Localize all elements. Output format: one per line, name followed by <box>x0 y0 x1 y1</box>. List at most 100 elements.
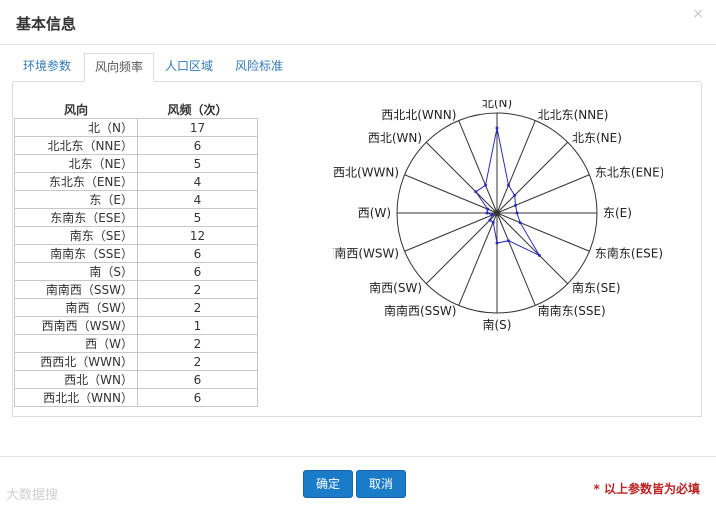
radar-axis-label: 东(E) <box>603 206 632 220</box>
cancel-button[interactable]: 取消 <box>356 470 407 498</box>
radar-axis-label: 西北北(WNN) <box>381 108 456 122</box>
radar-point <box>491 220 495 224</box>
table-row: 西南西（WSW） 1 <box>14 316 258 335</box>
table-row: 南西（SW） 2 <box>14 298 258 317</box>
cell-frequency: 2 <box>137 334 258 353</box>
tab-environment[interactable]: 环境参数 <box>13 53 81 80</box>
watermark: 大数据搜 <box>6 488 59 503</box>
table-row: 北（N） 17 <box>14 118 258 137</box>
table-row: 西北北（WNN） 6 <box>14 388 258 407</box>
dialog-footer: 大数据搜 确定 取消 * 以上参数皆为必填 <box>0 456 716 507</box>
cell-direction: 南西（SW） <box>14 298 138 317</box>
radar-axis-label: 南东(SE) <box>572 280 621 295</box>
table-row: 西西北（WWN） 2 <box>14 352 258 371</box>
cell-frequency: 6 <box>137 262 258 281</box>
radar-axis-label: 西南西(WSW) <box>333 246 399 261</box>
cell-direction: 西南西（WSW） <box>14 316 138 335</box>
cell-direction: 西北（WN） <box>14 370 138 389</box>
cell-frequency: 6 <box>137 370 258 389</box>
table-row: 北东（NE） 5 <box>14 154 258 173</box>
radar-axis-label: 南西(SW) <box>369 280 422 295</box>
radar-point <box>537 253 541 257</box>
radar-axis-label: 东南东(ESE) <box>595 246 663 261</box>
cell-frequency: 4 <box>137 172 258 191</box>
radar-axis-label: 东北东(ENE) <box>595 165 663 179</box>
cell-frequency: 17 <box>137 118 258 137</box>
table-row: 北北东（NNE） 6 <box>14 136 258 155</box>
radar-axis-label: 西(W) <box>358 206 391 220</box>
radar-axis-label: 南(S) <box>483 317 512 332</box>
radar-point <box>513 193 517 197</box>
table-row: 西（W） 2 <box>14 334 258 353</box>
radar-spoke <box>496 141 569 214</box>
header-frequency: 风频（次） <box>167 102 228 117</box>
cell-direction: 西西北（WWN） <box>14 352 138 371</box>
cell-frequency: 2 <box>137 280 258 299</box>
radar-axis-label: 西西北(WWN) <box>333 165 399 179</box>
radar-point <box>484 183 488 187</box>
confirm-button[interactable]: 确定 <box>303 470 354 498</box>
table-row: 南南东（SSE） 6 <box>14 244 258 263</box>
cell-direction: 东（E） <box>14 190 138 209</box>
cell-frequency: 4 <box>137 190 258 209</box>
radar-point <box>513 203 517 207</box>
radar-point <box>518 221 522 225</box>
radar-point <box>490 213 494 217</box>
radar-axis-label: 北东(NE) <box>572 131 622 145</box>
cell-direction: 北东（NE） <box>14 154 138 173</box>
cell-frequency: 5 <box>137 154 258 173</box>
cell-frequency: 1 <box>137 316 258 335</box>
radar-point <box>495 241 499 245</box>
cell-frequency: 12 <box>137 226 258 245</box>
radar-spoke <box>425 212 498 285</box>
cell-direction: 北（N） <box>14 118 138 137</box>
dialog: 基本信息 × 环境参数 风向频率 人口区域 风险标准 风向 风频（次） 北（N）… <box>0 0 716 506</box>
radar-axis-label: 西北(WN) <box>368 131 422 145</box>
radar-series-line <box>475 127 541 257</box>
radar-point <box>485 211 489 215</box>
radar-point <box>495 126 499 130</box>
close-icon[interactable]: × <box>692 6 704 22</box>
wind-rose-chart: 北(N) 北北东(NNE) 北东(NE) 东北东(ENE) 东(E) 东南东(ESE) 南东… <box>321 96 664 332</box>
wind-rose-svg: 北(N) 北北东(NNE) 北东(NE) 东北东(ENE) 东(E) 东南东(ESE) 南东… <box>321 96 664 332</box>
cell-direction: 西（W） <box>14 334 138 353</box>
radar-point <box>515 211 519 215</box>
header-direction: 风向 <box>63 102 88 117</box>
wind-frequency-table: 风向 风频（次） 北（N） 17 北北东（NNE） 6 北东（NE） 5 东北东（ENE） 4… <box>14 100 258 407</box>
cell-direction: 南东（SE） <box>14 226 138 245</box>
cell-direction: 东北东（ENE） <box>14 172 138 191</box>
radar-axis-label: 北北东(NNE) <box>538 108 609 122</box>
cell-frequency: 6 <box>137 388 258 407</box>
radar-spoke <box>425 141 498 214</box>
cell-direction: 南（S） <box>14 262 138 281</box>
table-row: 南东（SE） 12 <box>14 226 258 245</box>
radar-axis-label: 北(N) <box>482 100 512 110</box>
table-row: 东北东（ENE） 4 <box>14 172 258 191</box>
radar-center-dot <box>494 210 500 216</box>
cell-direction: 南南东（SSE） <box>14 244 138 263</box>
radar-point <box>474 190 478 194</box>
tab-wind-frequency[interactable]: 风向频率 <box>84 53 155 82</box>
tab-bar: 环境参数 风向频率 人口区域 风险标准 <box>13 53 701 82</box>
dialog-title: 基本信息 <box>16 15 77 33</box>
required-note: * 以上参数皆为必填 <box>593 482 700 496</box>
cell-direction: 西北北（WNN） <box>14 388 138 407</box>
table-row: 东南东（ESE） 5 <box>14 208 258 227</box>
radar-point <box>506 183 510 187</box>
cell-frequency: 5 <box>137 208 258 227</box>
tab-population[interactable]: 人口区域 <box>155 53 223 80</box>
cell-frequency: 6 <box>137 244 258 263</box>
cell-frequency: 2 <box>137 352 258 371</box>
table-row: 南（S） 6 <box>14 262 258 281</box>
radar-spoke <box>496 212 569 285</box>
cell-direction: 东南东（ESE） <box>14 208 138 227</box>
tab-risk-standard[interactable]: 风险标准 <box>225 53 293 80</box>
table-row: 西北（WN） 6 <box>14 370 258 389</box>
cell-direction: 北北东（NNE） <box>14 136 138 155</box>
radar-axis-label: 南南西(SSW) <box>384 303 456 318</box>
radar-axis-label: 南南东(SSE) <box>538 303 606 318</box>
cell-direction: 南南西（SSW） <box>14 280 138 299</box>
cell-frequency: 6 <box>137 136 258 155</box>
radar-point <box>506 239 510 243</box>
table-row: 东（E） 4 <box>14 190 258 209</box>
